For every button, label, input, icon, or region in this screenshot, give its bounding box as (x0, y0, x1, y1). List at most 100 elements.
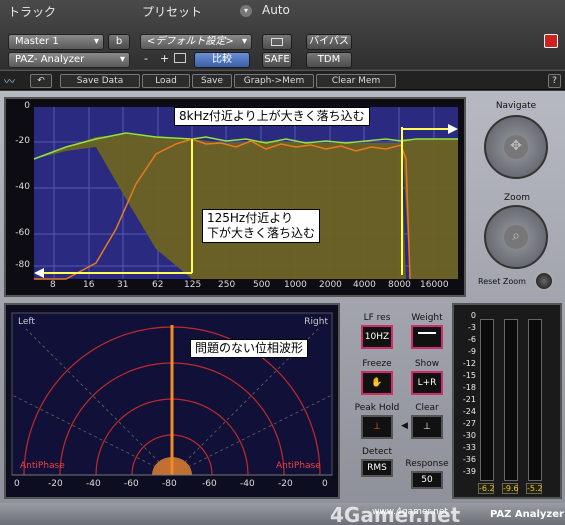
x-tick: -60 (124, 479, 139, 489)
meter-tick: -33 (462, 443, 476, 452)
zoom-label: Zoom (504, 193, 530, 203)
reset-zoom-label: Reset Zoom (478, 277, 526, 286)
x-tick: -20 (278, 479, 293, 489)
x-tick: 8000 (388, 280, 411, 290)
callout-high: 8kHz付近より上が大きく落ち込む (174, 107, 370, 126)
phase-left-label: Left (18, 317, 35, 327)
meter-tick: -6 (468, 335, 476, 344)
callout-low: 125Hz付近より 下が大きく落ち込む (202, 209, 321, 243)
x-tick: 16000 (420, 280, 449, 290)
show-button[interactable]: L+R (411, 371, 443, 395)
meter-tick: -24 (462, 407, 476, 416)
host-header: トラック プリセット ▾ Auto Master 1 ▾ b PAZ- Analy… (0, 0, 565, 69)
graph-to-mem-button[interactable]: Graph->Mem (234, 74, 314, 88)
clear-button[interactable]: ⊥ (411, 415, 443, 439)
meter-mid (504, 319, 518, 481)
peak-hold-label: Peak Hold (354, 403, 400, 413)
peak-hold-button[interactable]: ⊥ (361, 415, 393, 439)
meter-panel: 0 -3 -6 -9 -12 -15 -18 -21 -24 -27 -30 -… (452, 303, 562, 499)
track-select[interactable]: Master 1 ▾ (8, 34, 104, 50)
x-tick: 0 (322, 479, 328, 489)
bypass-button[interactable]: バイパス (306, 34, 352, 50)
spectrum-x-axis: 8 16 31 62 125 250 500 1000 2000 4000 80… (6, 280, 464, 294)
detect-button[interactable]: RMS (361, 459, 393, 477)
safe-button[interactable]: SAFE (262, 52, 292, 68)
plugin-select[interactable]: PAZ- Analyzer ▾ (8, 52, 130, 68)
copy-icon[interactable] (174, 53, 186, 63)
x-tick: -40 (240, 479, 255, 489)
navigate-label: Navigate (495, 101, 537, 111)
track-channel-button[interactable]: b (108, 34, 130, 50)
undo-icon[interactable]: ↶ (30, 74, 52, 88)
automation-button[interactable] (262, 34, 292, 50)
lf-res-label: LF res (363, 313, 391, 323)
reset-zoom-button[interactable] (534, 271, 554, 291)
response-button[interactable]: 50 (411, 471, 443, 489)
clear-label: Clear (415, 403, 439, 413)
weight-label: Weight (411, 313, 443, 323)
x-tick: -80 (162, 479, 177, 489)
y-tick: -60 (15, 228, 30, 238)
spectrum-graph (33, 107, 458, 280)
y-tick: -80 (15, 260, 30, 270)
meter-tick: -9 (468, 347, 476, 356)
compare-button[interactable]: 比較 (194, 52, 250, 68)
track-name: Master 1 (15, 36, 59, 47)
phase-right-label: Right (304, 317, 328, 327)
close-icon[interactable] (544, 34, 558, 48)
preset-menu-icon[interactable]: ▾ (240, 5, 252, 17)
clear-icon: ⊥ (423, 422, 431, 432)
zoom-pad[interactable]: ⌕ (484, 205, 548, 269)
preset-name: <デフォルト設定> (147, 36, 234, 47)
spectrum-y-axis: 0 -20 -40 -60 -80 (6, 99, 32, 295)
auto-label: Auto (262, 3, 290, 17)
tdm-button[interactable]: TDM (306, 52, 352, 68)
watermark-url: www.4gamer.net (372, 507, 448, 517)
x-tick: 500 (253, 280, 271, 290)
move-arrows-icon: ✥ (504, 135, 528, 159)
arrow-left-icon: ◀ (401, 421, 408, 431)
callout-low-line2: 下が大きく落ち込む (207, 226, 316, 240)
save-button[interactable]: Save (192, 74, 232, 88)
meter-tick: 0 (470, 311, 476, 320)
x-tick: 0 (14, 479, 20, 489)
x-tick: -40 (86, 479, 101, 489)
preset-label: プリセット (142, 5, 203, 19)
plugin-body: 0 -20 -40 -60 -80 8 16 31 62 125 250 500… (0, 91, 565, 525)
preset-select[interactable]: <デフォルト設定> ▾ (140, 34, 252, 50)
chevron-down-icon: ▾ (119, 54, 125, 65)
meter-readout-mid: -9.6 (502, 483, 519, 494)
freeze-button[interactable]: ✋ (361, 371, 393, 395)
preset-prev-button[interactable]: - (144, 52, 148, 65)
help-button[interactable]: ? (548, 74, 561, 88)
weight-button[interactable] (411, 325, 443, 349)
weight-curve-icon (418, 332, 436, 342)
meter-readout-right: -5.2 (526, 483, 543, 494)
x-tick: 125 (184, 280, 202, 290)
load-button[interactable]: Load (142, 74, 190, 88)
brand-label: PAZ Analyzer (490, 509, 564, 520)
antiphase-right-label: AntiPhase (276, 461, 321, 471)
hand-icon: ✋ (371, 378, 383, 388)
show-label: Show (414, 359, 440, 369)
clear-mem-button[interactable]: Clear Mem (316, 74, 396, 88)
antiphase-left-label: AntiPhase (20, 461, 65, 471)
plugin-footer: 4Gamer.net www.4gamer.net PAZ Analyzer (0, 503, 565, 525)
meter-right (528, 319, 542, 481)
x-tick: 2000 (319, 280, 342, 290)
x-tick: 4000 (353, 280, 376, 290)
meter-tick: -39 (462, 467, 476, 476)
save-data-button[interactable]: Save Data (60, 74, 140, 88)
phase-x-axis: 0 -20 -40 -60 -80 -60 -40 -20 0 (6, 479, 338, 493)
memory-fill-high (402, 139, 458, 279)
automation-icon (271, 38, 283, 46)
meter-tick: -36 (462, 455, 476, 464)
x-tick: -20 (48, 479, 63, 489)
lf-res-button[interactable]: 10HZ (361, 325, 393, 349)
freeze-label: Freeze (362, 359, 392, 369)
response-label: Response (405, 459, 449, 469)
peak-hold-icon: ⊥ (373, 422, 381, 432)
y-tick: 0 (24, 101, 30, 111)
preset-next-button[interactable]: + (160, 52, 169, 65)
navigate-pad[interactable]: ✥ (484, 115, 548, 179)
